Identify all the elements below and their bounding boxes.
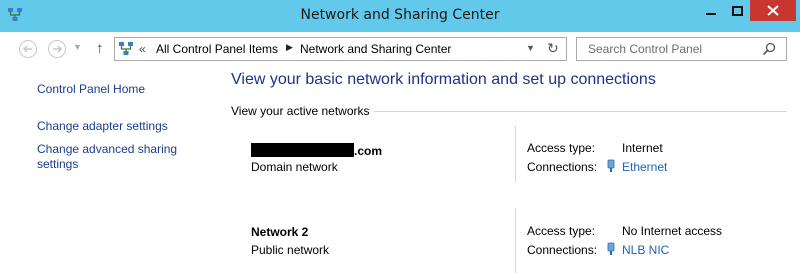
network-2-connection-link[interactable]: NLB NIC [622, 243, 669, 257]
recent-locations-dropdown[interactable]: ▼ [73, 42, 82, 52]
network-2-name: Network 2 [251, 225, 309, 239]
network-2-access-label: Access type: [527, 224, 596, 238]
redacted-block [251, 143, 354, 157]
maximize-button[interactable] [724, 0, 750, 21]
page-heading: View your basic network information and … [231, 71, 656, 88]
sidebar-item-control-panel-home[interactable]: Control Panel Home [37, 82, 145, 97]
breadcrumb-overflow[interactable]: « [139, 42, 146, 56]
sidebar-item-change-advanced-sharing-settings[interactable]: Change advanced sharing settings [37, 142, 177, 172]
network-1-connections-label: Connections: [527, 160, 598, 174]
search-placeholder[interactable]: Search Control Panel [588, 42, 702, 56]
network-1-connection-link[interactable]: Ethernet [622, 160, 667, 174]
breadcrumb-all-control-panel-items[interactable]: All Control Panel Items [156, 42, 278, 56]
address-dropdown[interactable]: ▼ [526, 43, 535, 53]
close-button[interactable] [750, 0, 796, 21]
search-box[interactable]: Search Control Panel [576, 37, 787, 61]
address-bar[interactable]: « All Control Panel Items ▶ Network and … [114, 37, 567, 61]
network-2-type: Public network [251, 243, 330, 257]
maximize-icon [731, 5, 743, 16]
sidebar-item-label-line1: Change advanced sharing [37, 142, 178, 156]
window-title: Network and Sharing Center [300, 7, 500, 23]
section-divider [374, 111, 787, 112]
back-arrow-icon[interactable] [18, 39, 38, 59]
network-2-access-value: No Internet access [622, 224, 723, 238]
network-1-divider [515, 126, 516, 182]
search-icon[interactable] [762, 42, 776, 56]
up-arrow-icon[interactable]: ↑ [96, 40, 104, 57]
title-bar: Network and Sharing Center [0, 0, 800, 32]
control-panel-icon [119, 42, 133, 55]
network-1-access-label: Access type: [527, 141, 596, 155]
network-1-name-suffix: .com [354, 144, 383, 158]
close-icon [767, 5, 779, 16]
breadcrumb-network-and-sharing-center[interactable]: Network and Sharing Center [300, 42, 451, 56]
network-1-access-value: Internet [622, 141, 663, 155]
network-1-name: .com [251, 143, 382, 158]
forward-arrow-icon[interactable] [47, 39, 67, 59]
network-2-connections-label: Connections: [527, 243, 598, 257]
ethernet-icon [607, 159, 615, 172]
active-networks-label: View your active networks [231, 104, 370, 118]
sidebar-item-label-line2: settings [37, 157, 79, 171]
ethernet-icon [607, 242, 615, 255]
breadcrumb-separator[interactable]: ▶ [286, 42, 293, 53]
minimize-icon [705, 12, 716, 15]
minimize-button[interactable] [697, 0, 724, 21]
sidebar-item-change-adapter-settings[interactable]: Change adapter settings [37, 119, 168, 134]
network-1-type: Domain network [251, 160, 338, 174]
refresh-icon[interactable]: ↻ [547, 40, 559, 57]
navigation-bar: ▼ ↑ « All Control Panel Items ▶ Network … [0, 32, 800, 66]
network-2-divider [515, 209, 516, 273]
